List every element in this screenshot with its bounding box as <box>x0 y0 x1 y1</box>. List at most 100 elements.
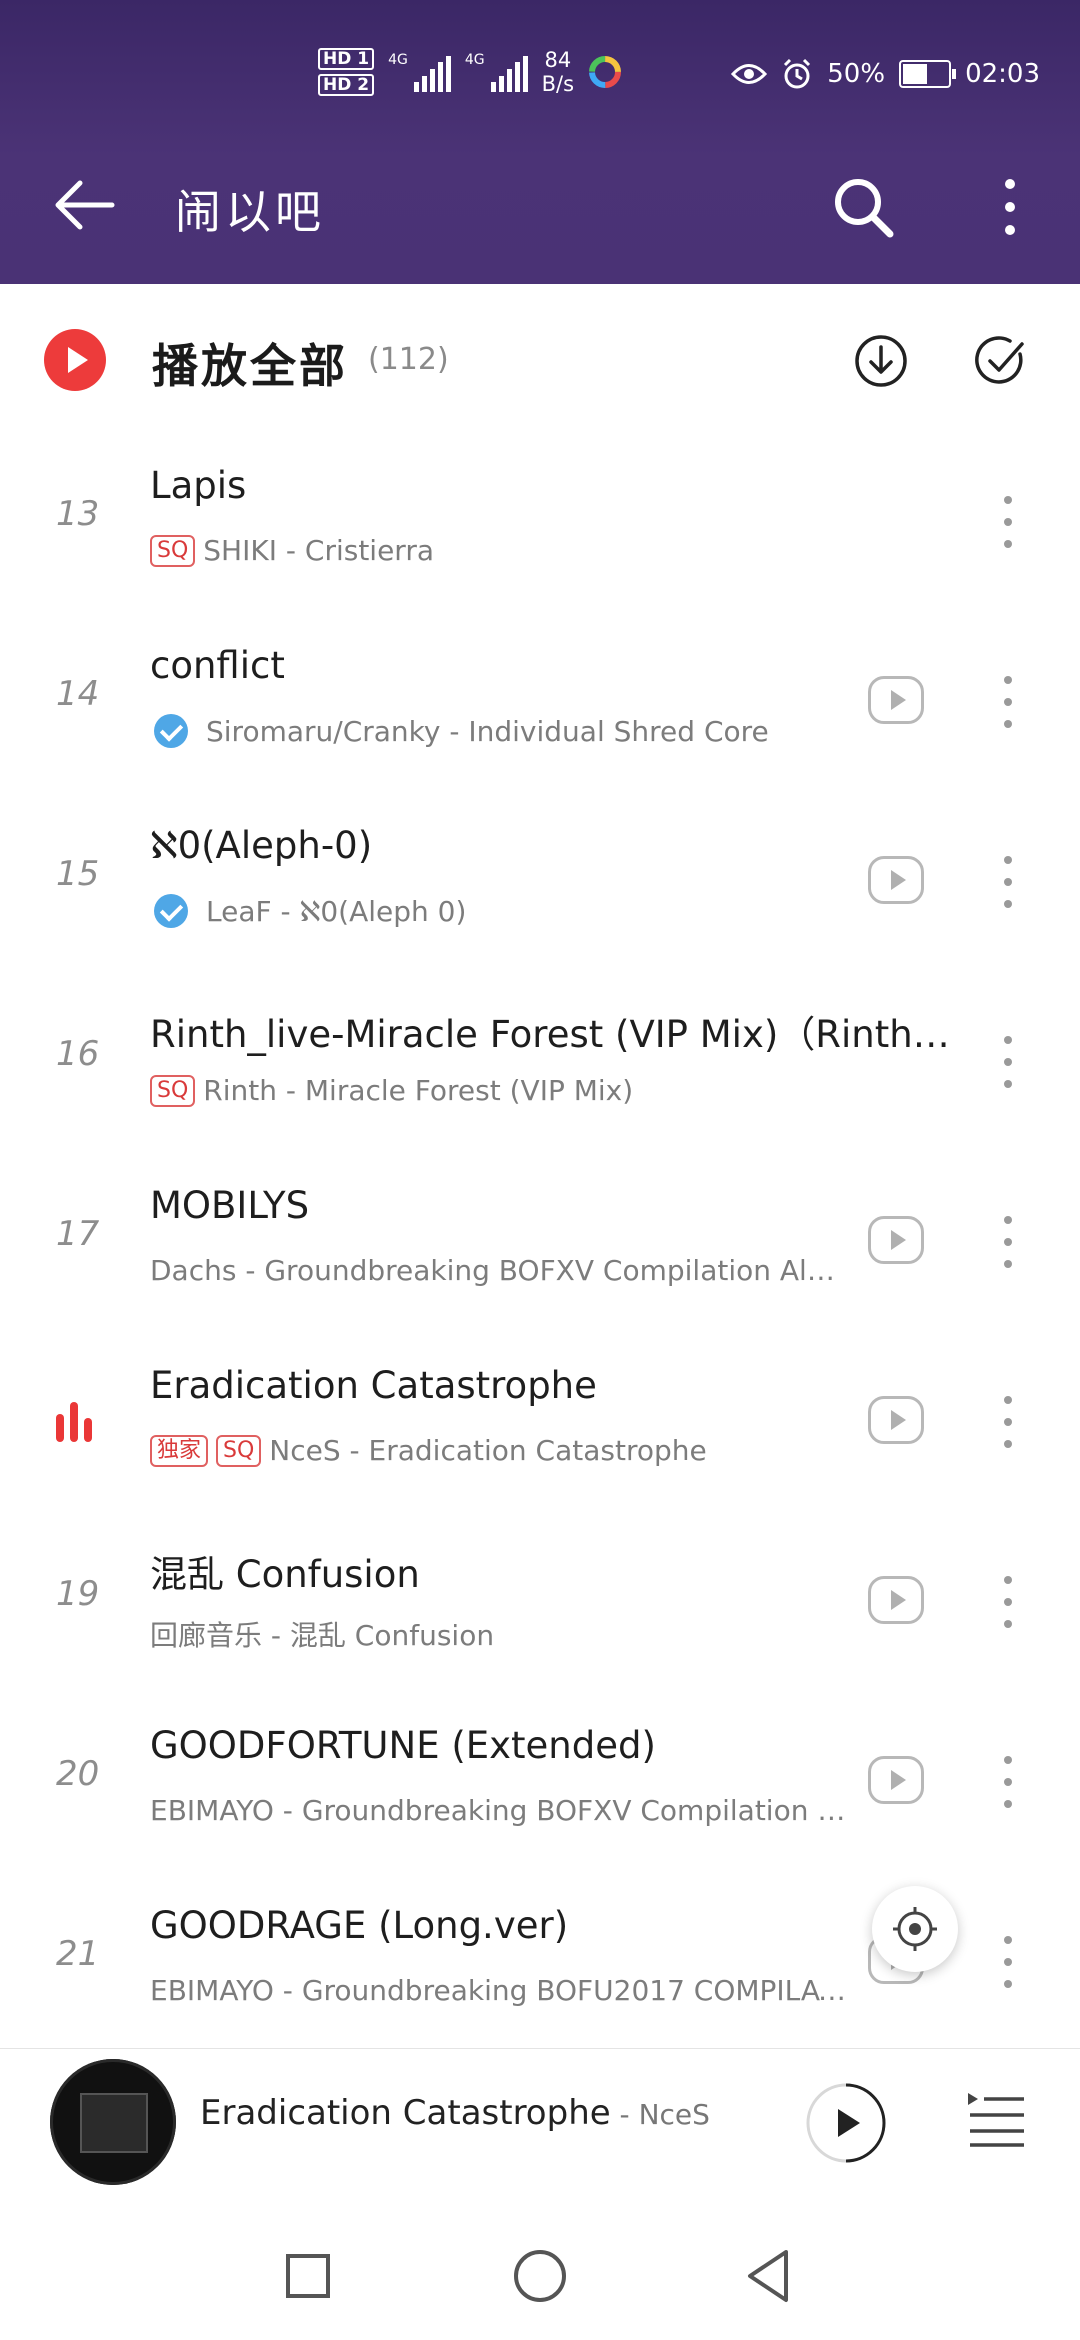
album-art[interactable] <box>50 2059 176 2185</box>
mv-play-icon[interactable] <box>868 1396 924 1444</box>
triangle-back-icon[interactable] <box>744 2248 792 2304</box>
multi-select-check-icon[interactable] <box>974 334 1028 388</box>
play-all-icon[interactable] <box>44 329 106 391</box>
mv-play-icon[interactable] <box>868 856 924 904</box>
track-number: 20 <box>56 1754 100 1794</box>
back-arrow-icon[interactable] <box>50 170 120 240</box>
song-more-icon[interactable] <box>996 1572 1020 1632</box>
song-title: conflict <box>150 644 285 687</box>
song-row[interactable]: 19 混乱 Confusion 回廊音乐 - 混乱 Confusion <box>0 1514 1080 1694</box>
mv-play-icon[interactable] <box>868 1756 924 1804</box>
artist-album-text: EBIMAYO - Groundbreaking BOFXV Compilati… <box>150 1794 850 1827</box>
mini-player[interactable]: Eradication Catastrophe - NceS <box>0 2048 1080 2189</box>
song-row[interactable]: 14 conflict Siromaru/Cranky - Individual S… <box>0 614 1080 794</box>
song-subtitle: SQ SHIKI - Cristierra <box>150 534 850 567</box>
song-subtitle: Dachs - Groundbreaking BOFXV Compilation… <box>150 1254 850 1287</box>
mv-play-icon[interactable] <box>868 676 924 724</box>
target-icon <box>893 1907 937 1951</box>
song-title: MOBILYS <box>150 1184 310 1227</box>
song-title: Rinth_live-Miracle Forest (VIP Mix)（Rint… <box>150 1013 950 1056</box>
song-more-icon[interactable] <box>996 1392 1020 1452</box>
play-icon[interactable] <box>804 2081 888 2165</box>
song-subtitle: Siromaru/Cranky - Individual Shred Core <box>150 714 850 748</box>
song-row[interactable]: 13 Lapis SQ SHIKI - Cristierra <box>0 434 1080 614</box>
song-title: 混乱 Confusion <box>150 1553 420 1596</box>
song-more-icon[interactable] <box>996 492 1020 552</box>
song-row[interactable]: 15 ℵ0(Aleph-0) LeaF - ℵ0(Aleph 0) <box>0 794 1080 974</box>
song-subtitle: 回廊音乐 - 混乱 Confusion <box>150 1614 850 1654</box>
net1-label: 4G <box>388 52 408 68</box>
now-playing-equalizer-icon <box>56 1402 96 1442</box>
song-more-icon[interactable] <box>996 1752 1020 1812</box>
song-title: GOODRAGE (Long.ver) <box>150 1904 569 1947</box>
artist-album-text: Siromaru/Cranky - Individual Shred Core <box>206 714 769 748</box>
verified-check-icon <box>154 894 188 928</box>
battery-icon <box>899 60 957 88</box>
speed-unit: B/s <box>541 72 575 96</box>
track-number: 13 <box>56 494 100 534</box>
search-icon[interactable] <box>830 174 896 240</box>
song-title: Lapis <box>150 464 247 507</box>
song-subtitle: EBIMAYO - Groundbreaking BOFXV Compilati… <box>150 1794 850 1827</box>
status-bar: HD 1 HD 2 4G 4G 84 B/s 50% 02:03 <box>0 0 1080 150</box>
status-left: HD 1 HD 2 4G 4G 84 B/s <box>318 48 622 96</box>
artist-album-text: Dachs - Groundbreaking BOFXV Compilation… <box>150 1254 850 1287</box>
more-vertical-icon[interactable] <box>992 174 1028 240</box>
mv-play-icon[interactable] <box>868 1576 924 1624</box>
net2-label: 4G <box>464 52 485 68</box>
locate-current-song-button[interactable] <box>872 1886 958 1972</box>
artist-album-text: LeaF - ℵ0(Aleph 0) <box>206 894 467 928</box>
song-more-icon[interactable] <box>996 1032 1020 1092</box>
artist-album-text: 回廊音乐 - 混乱 Confusion <box>150 1619 495 1652</box>
hd2-label: HD 2 <box>318 74 375 96</box>
circle-home-icon[interactable] <box>514 2250 566 2302</box>
hd-indicators: HD 1 HD 2 <box>318 48 375 96</box>
app-notification-icon <box>589 56 622 88</box>
song-more-icon[interactable] <box>996 1212 1020 1272</box>
track-number: 17 <box>56 1214 100 1254</box>
play-all-row[interactable]: 播放全部 (112) <box>0 284 1080 434</box>
track-number: 16 <box>56 1034 100 1074</box>
status-right: 50% 02:03 <box>731 58 1040 90</box>
hd1-label: HD 1 <box>318 48 375 70</box>
song-row[interactable]: 20 GOODFORTUNE (Extended) EBIMAYO - Ground… <box>0 1694 1080 1874</box>
song-more-icon[interactable] <box>996 672 1020 732</box>
song-subtitle: 独家 SQ NceS - Eradication Catastrophe <box>150 1434 850 1467</box>
song-subtitle: LeaF - ℵ0(Aleph 0) <box>150 894 850 928</box>
artist-album-text: SHIKI - Cristierra <box>203 534 434 567</box>
verified-check-icon <box>154 714 188 748</box>
song-more-icon[interactable] <box>996 1932 1020 1992</box>
track-number: 19 <box>56 1574 100 1614</box>
song-count: (112) <box>368 342 449 377</box>
song-title: ℵ0(Aleph-0) <box>150 824 373 867</box>
now-playing-text[interactable]: Eradication Catastrophe - NceS <box>200 2093 710 2133</box>
now-playing-artist: NceS <box>638 2098 710 2131</box>
song-list: 13 Lapis SQ SHIKI - Cristierra 14 conflict Sir… <box>0 434 1080 2054</box>
quality-badge: SQ <box>150 1074 196 1107</box>
mv-play-icon[interactable] <box>868 1216 924 1264</box>
song-row[interactable]: Eradication Catastrophe 独家 SQ NceS - Eradic… <box>0 1334 1080 1514</box>
signal-1-icon: 4G <box>388 52 451 92</box>
song-more-icon[interactable] <box>996 852 1020 912</box>
song-subtitle: EBIMAYO - Groundbreaking BOFU2017 COMPIL… <box>150 1974 850 2007</box>
song-row[interactable]: 16 Rinth_live-Miracle Forest (VIP Mix)（Ri… <box>0 974 1080 1154</box>
song-subtitle: SQ Rinth - Miracle Forest (VIP Mix) <box>150 1074 850 1107</box>
artist-album-text: NceS - Eradication Catastrophe <box>269 1434 707 1467</box>
artist-album-text: Rinth - Miracle Forest (VIP Mix) <box>203 1074 634 1107</box>
quality-badge: SQ <box>216 1434 262 1467</box>
track-number: 21 <box>56 1934 100 1974</box>
signal-2-icon: 4G <box>465 52 528 92</box>
song-row[interactable]: 17 MOBILYS Dachs - Groundbreaking BOFXV Co… <box>0 1154 1080 1334</box>
now-playing-title: Eradication Catastrophe <box>200 2093 611 2133</box>
square-recents-icon[interactable] <box>286 2254 330 2298</box>
download-icon[interactable] <box>854 334 908 388</box>
playlist-icon[interactable] <box>966 2089 1026 2149</box>
app-bar: 闹以吧 <box>0 160 1080 250</box>
play-all-label: 播放全部 <box>152 339 348 393</box>
battery-percent: 50% <box>827 59 886 89</box>
quality-badge: 独家 <box>150 1434 209 1467</box>
alarm-icon <box>784 58 811 89</box>
speed-value: 84 <box>544 48 572 72</box>
song-title: GOODFORTUNE (Extended) <box>150 1724 656 1767</box>
now-playing-separator: - <box>610 2098 639 2131</box>
